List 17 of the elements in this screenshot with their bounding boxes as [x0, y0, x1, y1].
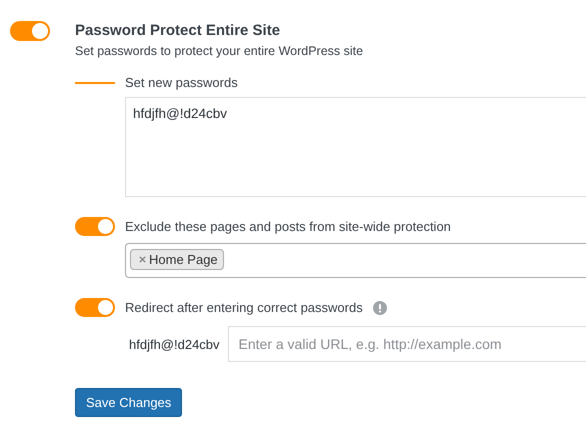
- remove-icon[interactable]: [139, 256, 146, 263]
- option-label: Exclude these pages and posts from site-wide protection: [125, 219, 451, 234]
- toggle-switch[interactable]: [75, 298, 115, 317]
- option-label: Redirect after entering correct passwords: [125, 300, 363, 315]
- toggle-switch[interactable]: [10, 21, 50, 41]
- url-field[interactable]: Enter a valid URL, e.g. http://example.com: [228, 326, 586, 362]
- field-label: Set new passwords: [125, 75, 238, 90]
- passwords-field[interactable]: hfdjfh@!d24cbv: [125, 97, 586, 197]
- exclamation-icon: [372, 300, 387, 314]
- save-button[interactable]: Save Changes: [75, 388, 182, 417]
- section-description: Set passwords to protect your entire WordPress site: [75, 44, 364, 58]
- toggle-switch[interactable]: [75, 217, 115, 236]
- section-title: Password Protect Entire Site: [75, 22, 282, 39]
- field-label: hfdjfh@!d24cbv: [129, 336, 220, 352]
- accent-line: [75, 82, 115, 84]
- pages-select-field[interactable]: Home Page: [125, 243, 586, 278]
- tag-chip[interactable]: Home Page: [130, 249, 224, 270]
